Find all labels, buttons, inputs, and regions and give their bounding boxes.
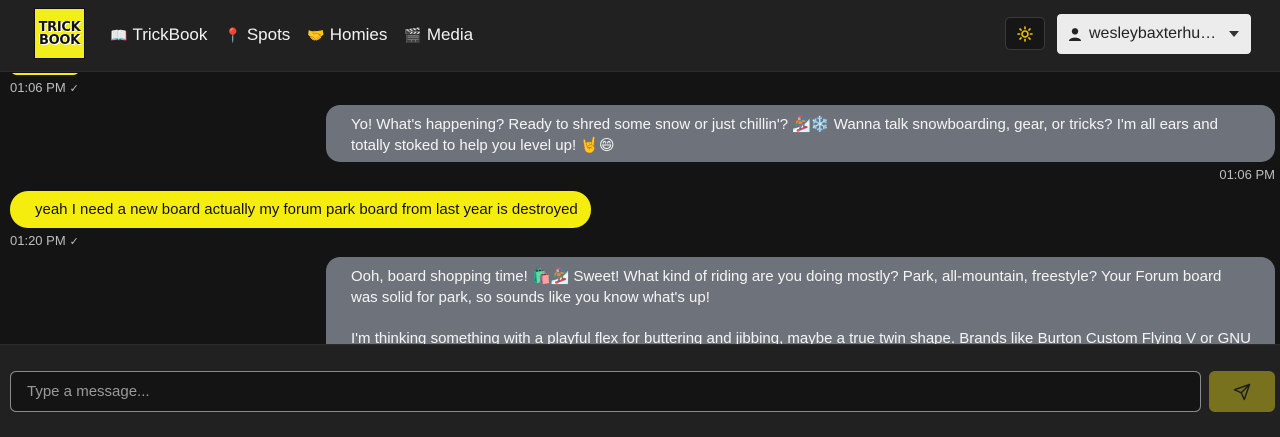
book-icon: 📖 [110,26,128,43]
message-text: Ooh, board shopping time! 🛍️🏂 Sweet! Wha… [351,268,1222,306]
message-timestamp: 01:20 PM ✓ [10,233,79,248]
theme-toggle-button[interactable] [1005,17,1045,50]
send-button[interactable] [1209,371,1275,412]
chevron-down-icon [1229,31,1239,37]
nav-label-trickbook: TrickBook [132,25,208,44]
nav-item-spots[interactable]: 📍 Spots [224,25,290,45]
nav-item-trickbook[interactable]: 📖 TrickBook [110,25,207,45]
username-label: wesleybaxterhuber [1089,25,1219,42]
handshake-icon: 🤝 [307,26,325,43]
message-text: I'm thinking something with a playful fl… [351,330,1251,344]
logo-text-trick: TRICK [38,19,81,35]
message-bubble-user [10,73,80,75]
nav-label-spots: Spots [246,25,291,44]
top-navbar: TRICK BOOK 📖 TrickBook 📍 Spots 🤝 Homies … [0,0,1280,72]
message-input[interactable] [10,371,1201,412]
nav-label-media: Media [426,25,474,44]
message-composer [0,344,1280,437]
check-icon: ✓ [69,83,79,95]
nav-links: 📖 TrickBook 📍 Spots 🤝 Homies 🎬 Media [110,23,490,47]
trickbook-logo[interactable]: TRICK BOOK [34,8,85,59]
message-bubble-user: yeah I need a new board actually my foru… [10,191,591,228]
message-timestamp: 01:06 PM ✓ [10,80,79,95]
message-bubble-assistant: Yo! What's happening? Ready to shred som… [326,105,1275,162]
clapperboard-icon: 🎬 [404,26,422,43]
user-menu-button[interactable]: wesleybaxterhuber [1057,14,1251,54]
nav-item-media[interactable]: 🎬 Media [404,25,473,45]
nav-item-homies[interactable]: 🤝 Homies [307,25,387,45]
message-bubble-assistant: Ooh, board shopping time! 🛍️🏂 Sweet! Wha… [326,257,1275,344]
send-icon [1233,383,1251,400]
chat-messages[interactable]: 01:06 PM ✓ Yo! What's happening? Ready to… [0,73,1280,344]
sun-icon [1017,25,1033,42]
message-timestamp: 01:06 PM [1219,167,1275,182]
user-icon [1069,27,1081,41]
message-text: yeah I need a new board actually my foru… [35,201,578,218]
nav-label-homies: Homies [329,25,388,44]
logo-text-book: BOOK [39,32,80,48]
check-icon: ✓ [69,236,79,248]
message-text: Yo! What's happening? Ready to shred som… [351,116,1218,154]
pin-icon: 📍 [224,26,242,43]
